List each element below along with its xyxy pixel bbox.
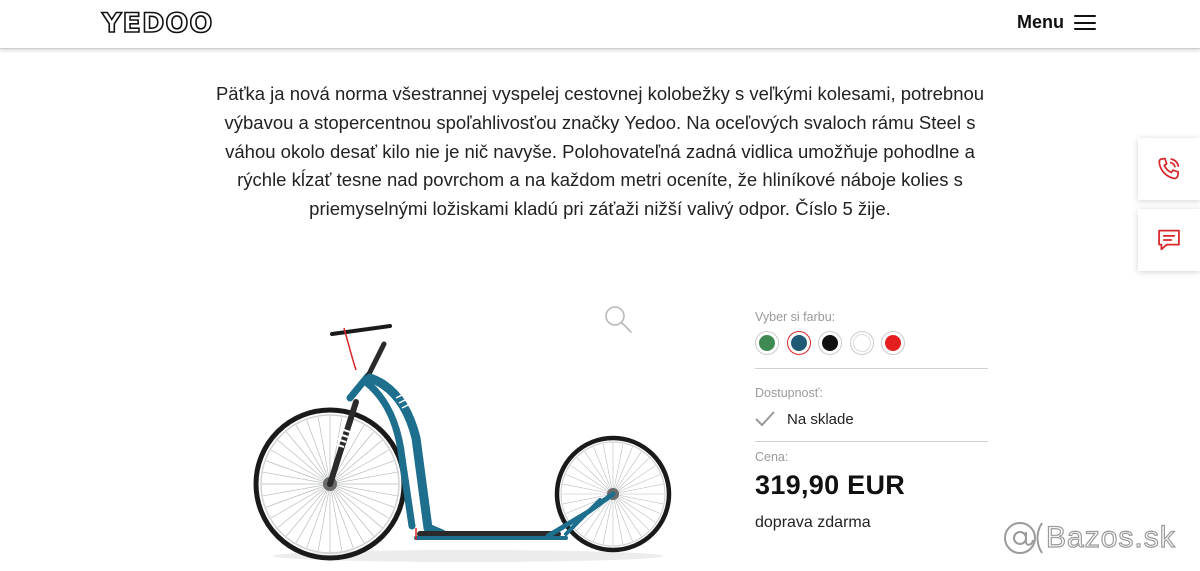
chat-icon [1158, 229, 1180, 251]
shipping-info: doprava zdarma [755, 514, 871, 531]
availability-status: Na sklade [787, 410, 854, 428]
color-label: Vyber si farbu: [755, 310, 836, 324]
product-panel: Vyber si farbu: Dostupnosť: Na sklade Ce… [755, 310, 988, 532]
color-swatch-red[interactable] [881, 331, 905, 355]
watermark-text: Bazos.sk [1045, 520, 1176, 554]
phone-button[interactable] [1138, 138, 1200, 200]
price-value: 319,90 EUR [755, 470, 906, 500]
color-swatch-green[interactable] [755, 331, 779, 355]
phone-icon [1158, 157, 1180, 180]
yedoo-logo[interactable]: YEDOO [101, 8, 213, 40]
availability-row: Na sklade [755, 410, 988, 428]
menu-label: Menu [1017, 12, 1064, 32]
divider [755, 441, 988, 442]
color-swatch-petrol[interactable] [786, 331, 811, 355]
price-label: Cena: [755, 450, 789, 464]
availability-label: Dostupnosť: [755, 386, 823, 400]
divider [755, 368, 988, 369]
site-header: YEDOO Menu [0, 0, 1200, 49]
checkmark-icon [755, 411, 775, 427]
chat-button[interactable] [1138, 209, 1200, 271]
color-swatch-black[interactable] [818, 331, 842, 355]
product-description: Päťka ja nová norma všestrannej vyspelej… [215, 83, 985, 220]
scooter-image [253, 324, 672, 562]
menu-button[interactable]: Menu [1017, 12, 1096, 33]
zoom-icon[interactable] [603, 304, 633, 334]
color-swatch-white[interactable] [849, 331, 874, 355]
bazos-watermark: Bazos.sk [1002, 520, 1176, 556]
hamburger-icon [1074, 15, 1096, 30]
color-swatches [755, 331, 988, 355]
at-logo-icon [1004, 522, 1043, 554]
